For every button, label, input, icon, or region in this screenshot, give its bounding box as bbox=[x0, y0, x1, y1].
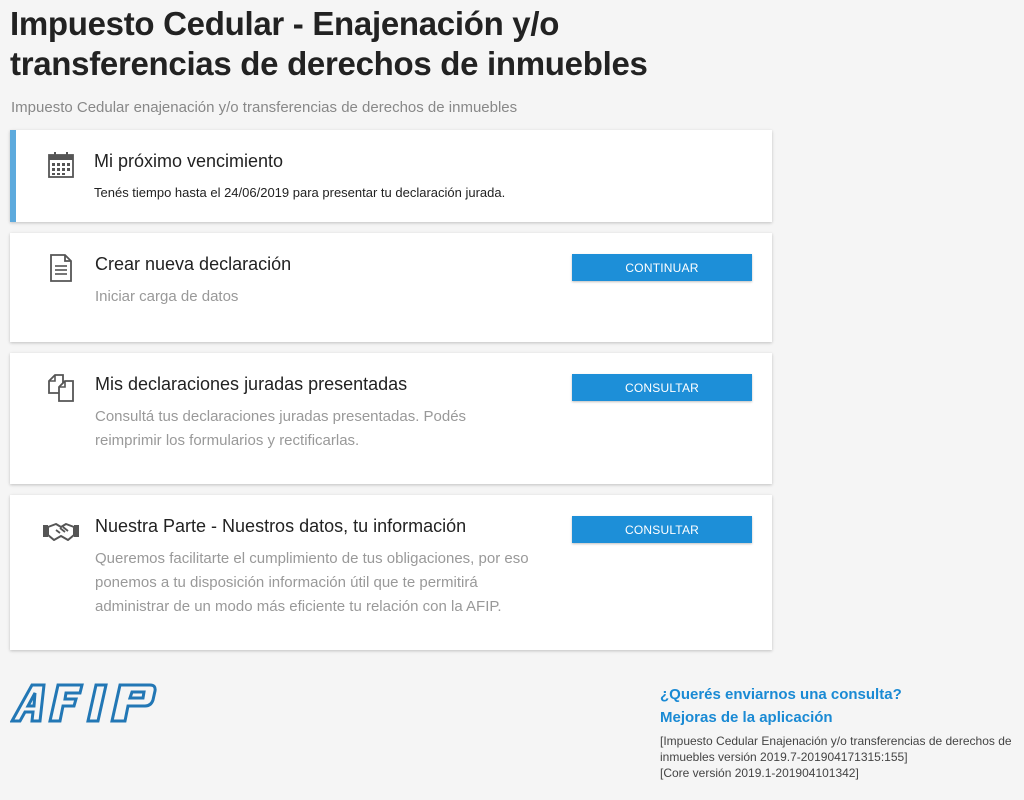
footer: ¿Querés enviarnos una consulta? Mejoras … bbox=[660, 683, 1020, 781]
mejoras-link[interactable]: Mejoras de la aplicación bbox=[660, 706, 1020, 729]
afip-logo bbox=[9, 680, 160, 724]
continuar-button[interactable]: CONTINUAR bbox=[572, 254, 752, 281]
card-description: Queremos facilitarte el cumplimiento de … bbox=[95, 550, 529, 615]
vencimiento-card: Mi próximo vencimiento Tenés tiempo hast… bbox=[10, 130, 772, 222]
core-version: [Core versión 2019.1-201904101342] bbox=[660, 766, 859, 780]
card-description: Tenés tiempo hasta el 24/06/2019 para pr… bbox=[94, 185, 506, 200]
card-title: Nuestra Parte - Nuestros datos, tu infor… bbox=[95, 516, 467, 536]
copy-documents-icon bbox=[46, 373, 76, 403]
card-title: Mis declaraciones juradas presentadas bbox=[95, 374, 408, 394]
card-description: Consultá tus declaraciones juradas prese… bbox=[95, 408, 467, 449]
consultar-nuestra-parte-button[interactable]: CONSULTAR bbox=[572, 516, 752, 543]
page-subtitle: Impuesto Cedular enajenación y/o transfe… bbox=[11, 99, 518, 116]
handshake-icon bbox=[42, 515, 80, 545]
version-info: [Impuesto Cedular Enajenación y/o transf… bbox=[660, 733, 1020, 781]
nuestra-parte-card: Nuestra Parte - Nuestros datos, tu infor… bbox=[10, 495, 772, 650]
card-description: Iniciar carga de datos bbox=[95, 288, 239, 305]
consultar-declaraciones-button[interactable]: CONSULTAR bbox=[572, 374, 752, 401]
crear-declaracion-card: Crear nueva declaración Iniciar carga de… bbox=[10, 233, 772, 342]
consulta-link[interactable]: ¿Querés enviarnos una consulta? bbox=[660, 683, 1020, 706]
mis-declaraciones-card: Mis declaraciones juradas presentadas Co… bbox=[10, 353, 772, 484]
page-title: Impuesto Cedular - Enajenación y/o trans… bbox=[10, 5, 648, 82]
document-icon bbox=[46, 253, 76, 283]
card-title: Crear nueva declaración bbox=[95, 254, 292, 274]
app-version: [Impuesto Cedular Enajenación y/o transf… bbox=[660, 734, 1012, 764]
calendar-icon bbox=[46, 150, 76, 180]
card-title: Mi próximo vencimiento bbox=[94, 151, 284, 171]
